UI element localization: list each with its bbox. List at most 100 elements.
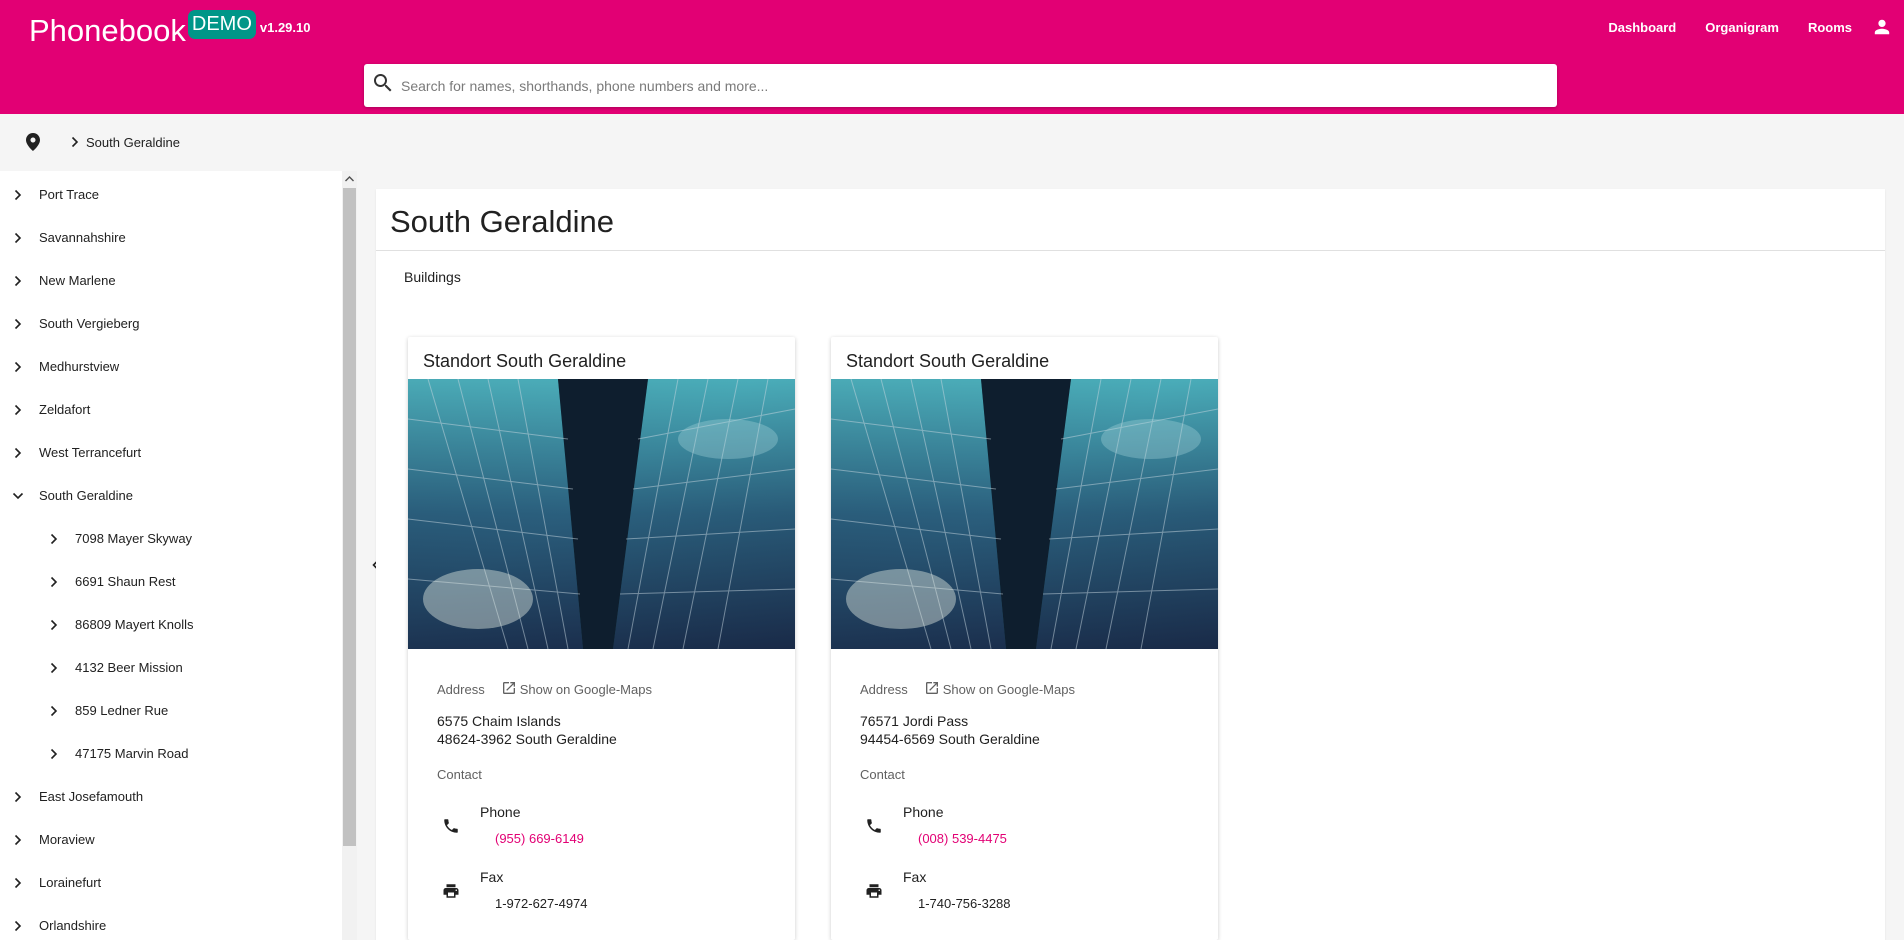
- tree-item-savannahshire[interactable]: Savannahshire: [0, 216, 340, 259]
- version-label: v1.29.10: [259, 20, 311, 35]
- chevron-right-icon[interactable]: [11, 919, 25, 933]
- search-input[interactable]: [401, 64, 1557, 107]
- chevron-right-icon[interactable]: [11, 317, 25, 331]
- fax-number: 1-972-627-4974: [495, 896, 588, 911]
- tree-item-label: South Geraldine: [39, 488, 133, 503]
- tree-item-south-vergieberg[interactable]: South Vergieberg: [0, 302, 340, 345]
- address-street: 76571 Jordi Pass: [860, 713, 969, 729]
- tree-item-east-josefamouth[interactable]: East Josefamouth: [0, 775, 340, 818]
- address-label: Address: [437, 682, 485, 697]
- address-city: 94454-6569 South Geraldine: [860, 731, 1040, 747]
- chevron-right-icon[interactable]: [11, 188, 25, 202]
- building-title: Standort South Geraldine: [846, 351, 1050, 371]
- nav-dashboard[interactable]: Dashboard: [1608, 20, 1676, 35]
- tree-item-label: New Marlene: [39, 273, 116, 288]
- tree-item-label: 47175 Marvin Road: [75, 746, 189, 761]
- breadcrumb: South Geraldine: [0, 114, 1904, 170]
- tree-item-label: Port Trace: [39, 187, 99, 202]
- google-maps-link[interactable]: Show on Google-Maps: [501, 680, 652, 699]
- tree-item-lorainefurt[interactable]: Lorainefurt: [0, 861, 340, 904]
- nav-organigram[interactable]: Organigram: [1705, 20, 1779, 35]
- search-bar: [364, 64, 1557, 107]
- phone-number-link[interactable]: (955) 669-6149: [495, 831, 584, 846]
- demo-badge: DEMO: [187, 10, 256, 39]
- building-card[interactable]: Standort South Geraldine Address Show on…: [408, 337, 795, 940]
- address-row: Address Show on Google-Maps: [437, 680, 652, 699]
- brand-title: Phonebook: [29, 13, 186, 48]
- tree-item-label: West Terrancefurt: [39, 445, 142, 460]
- chevron-right-icon[interactable]: [47, 747, 61, 761]
- chevron-right-icon: [68, 135, 82, 149]
- tree-item-zeldafort[interactable]: Zeldafort: [0, 388, 340, 431]
- sidebar-scrollbar-thumb[interactable]: [343, 188, 356, 846]
- tree-item-new-marlene[interactable]: New Marlene: [0, 259, 340, 302]
- address-street: 6575 Chaim Islands: [437, 713, 561, 729]
- tree-item-label: Medhurstview: [39, 359, 120, 374]
- tree-item-label: Moraview: [39, 832, 95, 847]
- app-header: Phonebook DEMO v1.29.10 Dashboard Organi…: [0, 0, 1904, 114]
- tree-item-859-ledner-rue[interactable]: 859 Ledner Rue: [0, 689, 340, 732]
- google-maps-label: Show on Google-Maps: [519, 682, 652, 697]
- chevron-right-icon[interactable]: [11, 231, 25, 245]
- tree-item-medhurstview[interactable]: Medhurstview: [0, 345, 340, 388]
- tree-item-orlandshire[interactable]: Orlandshire: [0, 904, 340, 940]
- tree-item-moraview[interactable]: Moraview: [0, 818, 340, 861]
- person-icon[interactable]: [1872, 17, 1892, 37]
- chevron-down-icon[interactable]: [11, 489, 25, 503]
- location-tree: Port Trace Savannahshire New Marlene Sou…: [0, 171, 342, 940]
- page-title: South Geraldine: [390, 204, 615, 239]
- chevron-right-icon[interactable]: [11, 876, 25, 890]
- tree-item-port-trace[interactable]: Port Trace: [0, 173, 340, 216]
- tree-item-label: Zeldafort: [39, 402, 91, 417]
- brand[interactable]: Phonebook DEMO v1.29.10: [29, 10, 310, 49]
- tree-item-label: 4132 Beer Mission: [75, 660, 183, 675]
- tree-item-west-terrancefurt[interactable]: West Terrancefurt: [0, 431, 340, 474]
- building-image: [408, 379, 795, 649]
- tree-item-label: 859 Ledner Rue: [75, 703, 169, 718]
- phone-label: Phone: [480, 804, 521, 820]
- address-row: Address Show on Google-Maps: [860, 680, 1075, 699]
- chevron-right-icon[interactable]: [11, 403, 25, 417]
- fax-label: Fax: [480, 869, 504, 885]
- breadcrumb-current[interactable]: South Geraldine: [86, 135, 180, 150]
- chevron-right-icon[interactable]: [47, 532, 61, 546]
- divider: [376, 250, 1885, 251]
- open-external-icon: [501, 680, 520, 699]
- fax-number: 1-740-756-3288: [918, 896, 1011, 911]
- tree-item-47175-marvin-road[interactable]: 47175 Marvin Road: [0, 732, 340, 775]
- tree-item-label: Lorainefurt: [39, 875, 102, 890]
- location-pin-icon[interactable]: [25, 132, 41, 152]
- tree-item-4132-beer-mission[interactable]: 4132 Beer Mission: [0, 646, 340, 689]
- nav-rooms[interactable]: Rooms: [1808, 20, 1852, 35]
- building-card[interactable]: Standort South Geraldine Address Show on…: [831, 337, 1218, 940]
- google-maps-label: Show on Google-Maps: [942, 682, 1075, 697]
- fax-label: Fax: [903, 869, 927, 885]
- tree-item-86809-mayert-knolls[interactable]: 86809 Mayert Knolls: [0, 603, 340, 646]
- chevron-right-icon[interactable]: [11, 274, 25, 288]
- tree-item-south-geraldine[interactable]: South Geraldine: [0, 474, 340, 517]
- tree-item-7098-mayer-skyway[interactable]: 7098 Mayer Skyway: [0, 517, 340, 560]
- tree-item-label: 7098 Mayer Skyway: [75, 531, 193, 546]
- scroll-up-arrow-icon[interactable]: [343, 172, 356, 186]
- contact-label: Contact: [437, 767, 482, 782]
- tree-item-label: Orlandshire: [39, 918, 107, 933]
- chevron-right-icon[interactable]: [11, 446, 25, 460]
- address-label: Address: [860, 682, 908, 697]
- chevron-right-icon[interactable]: [47, 661, 61, 675]
- building-title: Standort South Geraldine: [423, 351, 627, 371]
- chevron-right-icon[interactable]: [11, 790, 25, 804]
- tree-item-label: East Josefamouth: [39, 789, 144, 804]
- chevron-right-icon[interactable]: [47, 704, 61, 718]
- chevron-right-icon[interactable]: [11, 833, 25, 847]
- tree-item-6691-shaun-rest[interactable]: 6691 Shaun Rest: [0, 560, 340, 603]
- top-nav: Dashboard Organigram Rooms: [1608, 17, 1904, 37]
- tab-buildings[interactable]: Buildings: [404, 269, 461, 285]
- google-maps-link[interactable]: Show on Google-Maps: [924, 680, 1075, 699]
- search-icon: [371, 71, 395, 100]
- chevron-right-icon[interactable]: [47, 575, 61, 589]
- chevron-right-icon[interactable]: [47, 618, 61, 632]
- phone-number-link[interactable]: (008) 539-4475: [918, 831, 1007, 846]
- chevron-right-icon[interactable]: [11, 360, 25, 374]
- phone-label: Phone: [903, 804, 944, 820]
- phone-icon: [441, 816, 461, 836]
